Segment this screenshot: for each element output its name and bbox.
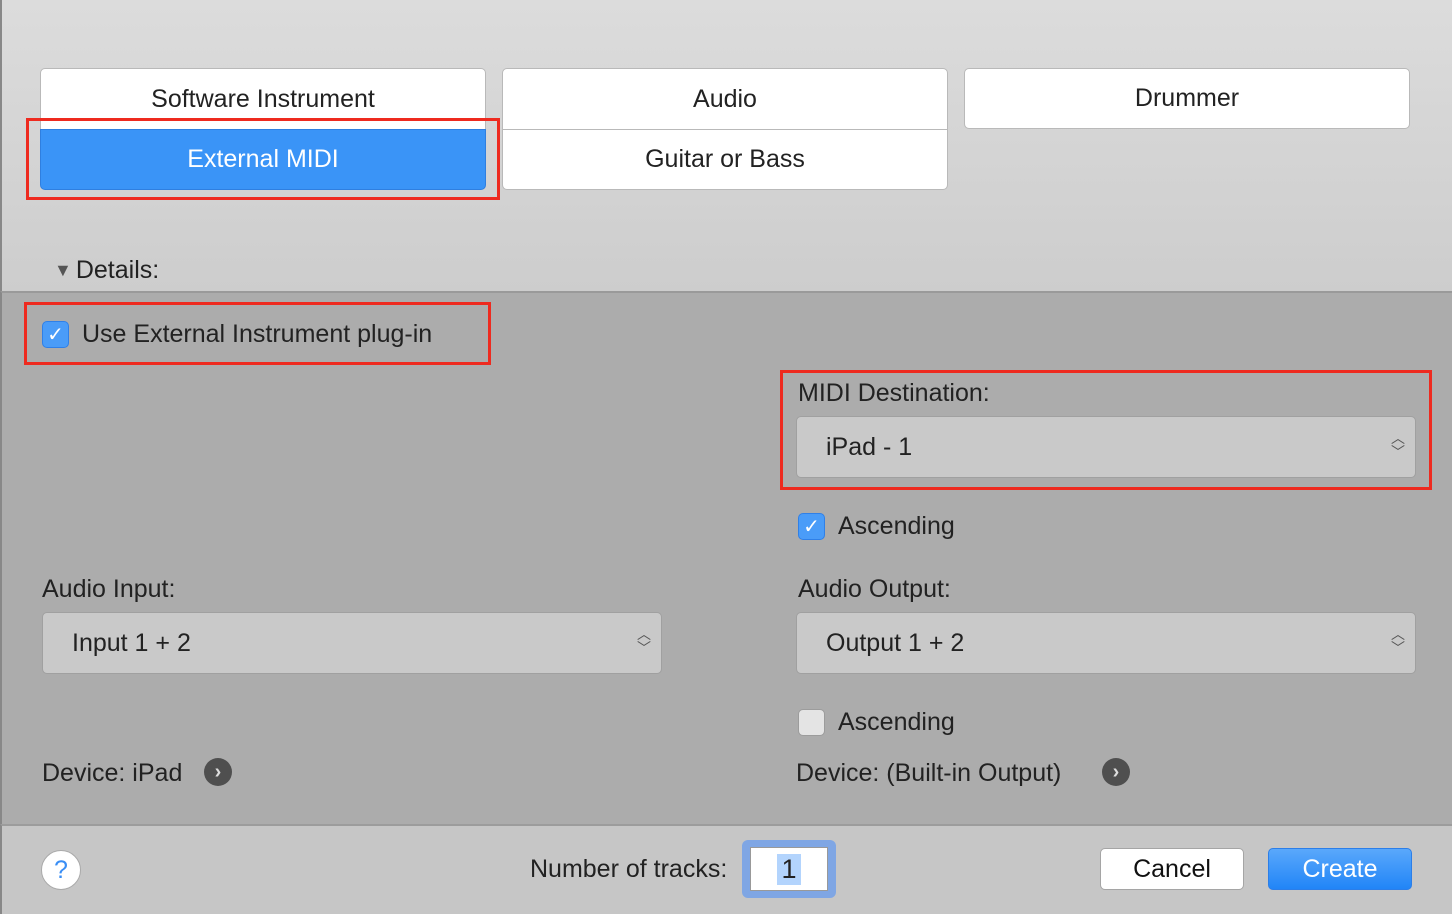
tracks-input[interactable]: 1	[750, 847, 828, 891]
up-down-chevron-icon: ︿ ﹀	[1391, 626, 1405, 656]
tile-drummer[interactable]: Drummer	[964, 68, 1410, 129]
device-output-label: Device: (Built-in Output)	[796, 759, 1062, 787]
tile-audio[interactable]: Audio	[502, 68, 948, 130]
highlight-external-midi	[26, 118, 500, 200]
ascending-2-checkbox[interactable]	[798, 709, 825, 736]
disclosure-triangle-icon: ▼	[54, 260, 72, 280]
tracks-value: 1	[777, 853, 801, 885]
audio-input-select[interactable]: Input 1 + 2 ︿ ﹀	[42, 612, 662, 674]
highlight-use-external	[24, 302, 491, 365]
audio-input-label: Audio Input:	[42, 575, 176, 603]
chevron-right-icon[interactable]: ›	[1102, 758, 1130, 786]
ascending-2-label: Ascending	[838, 708, 955, 736]
ascending-output-checkbox[interactable]: ✓	[798, 513, 825, 540]
device-input-label: Device: iPad	[42, 759, 183, 787]
chevron-right-icon[interactable]: ›	[204, 758, 232, 786]
checkmark-icon: ✓	[803, 516, 820, 538]
audio-output-value: Output 1 + 2	[826, 628, 965, 657]
cancel-button[interactable]: Cancel	[1100, 848, 1244, 890]
help-button[interactable]: ?	[41, 850, 81, 890]
audio-output-select[interactable]: Output 1 + 2 ︿ ﹀	[796, 612, 1416, 674]
up-down-chevron-icon: ︿ ﹀	[637, 626, 651, 656]
ascending-label: Ascending	[838, 512, 955, 540]
audio-output-label: Audio Output:	[798, 575, 951, 603]
highlight-midi-destination	[780, 370, 1432, 490]
details-label: Details:	[75, 256, 160, 284]
details-disclosure[interactable]: ▼ Details:	[54, 256, 159, 285]
tracks-label: Number of tracks:	[530, 855, 728, 883]
create-button[interactable]: Create	[1268, 848, 1412, 890]
tile-guitar-or-bass[interactable]: Guitar or Bass	[502, 129, 948, 190]
audio-input-value: Input 1 + 2	[72, 628, 191, 657]
